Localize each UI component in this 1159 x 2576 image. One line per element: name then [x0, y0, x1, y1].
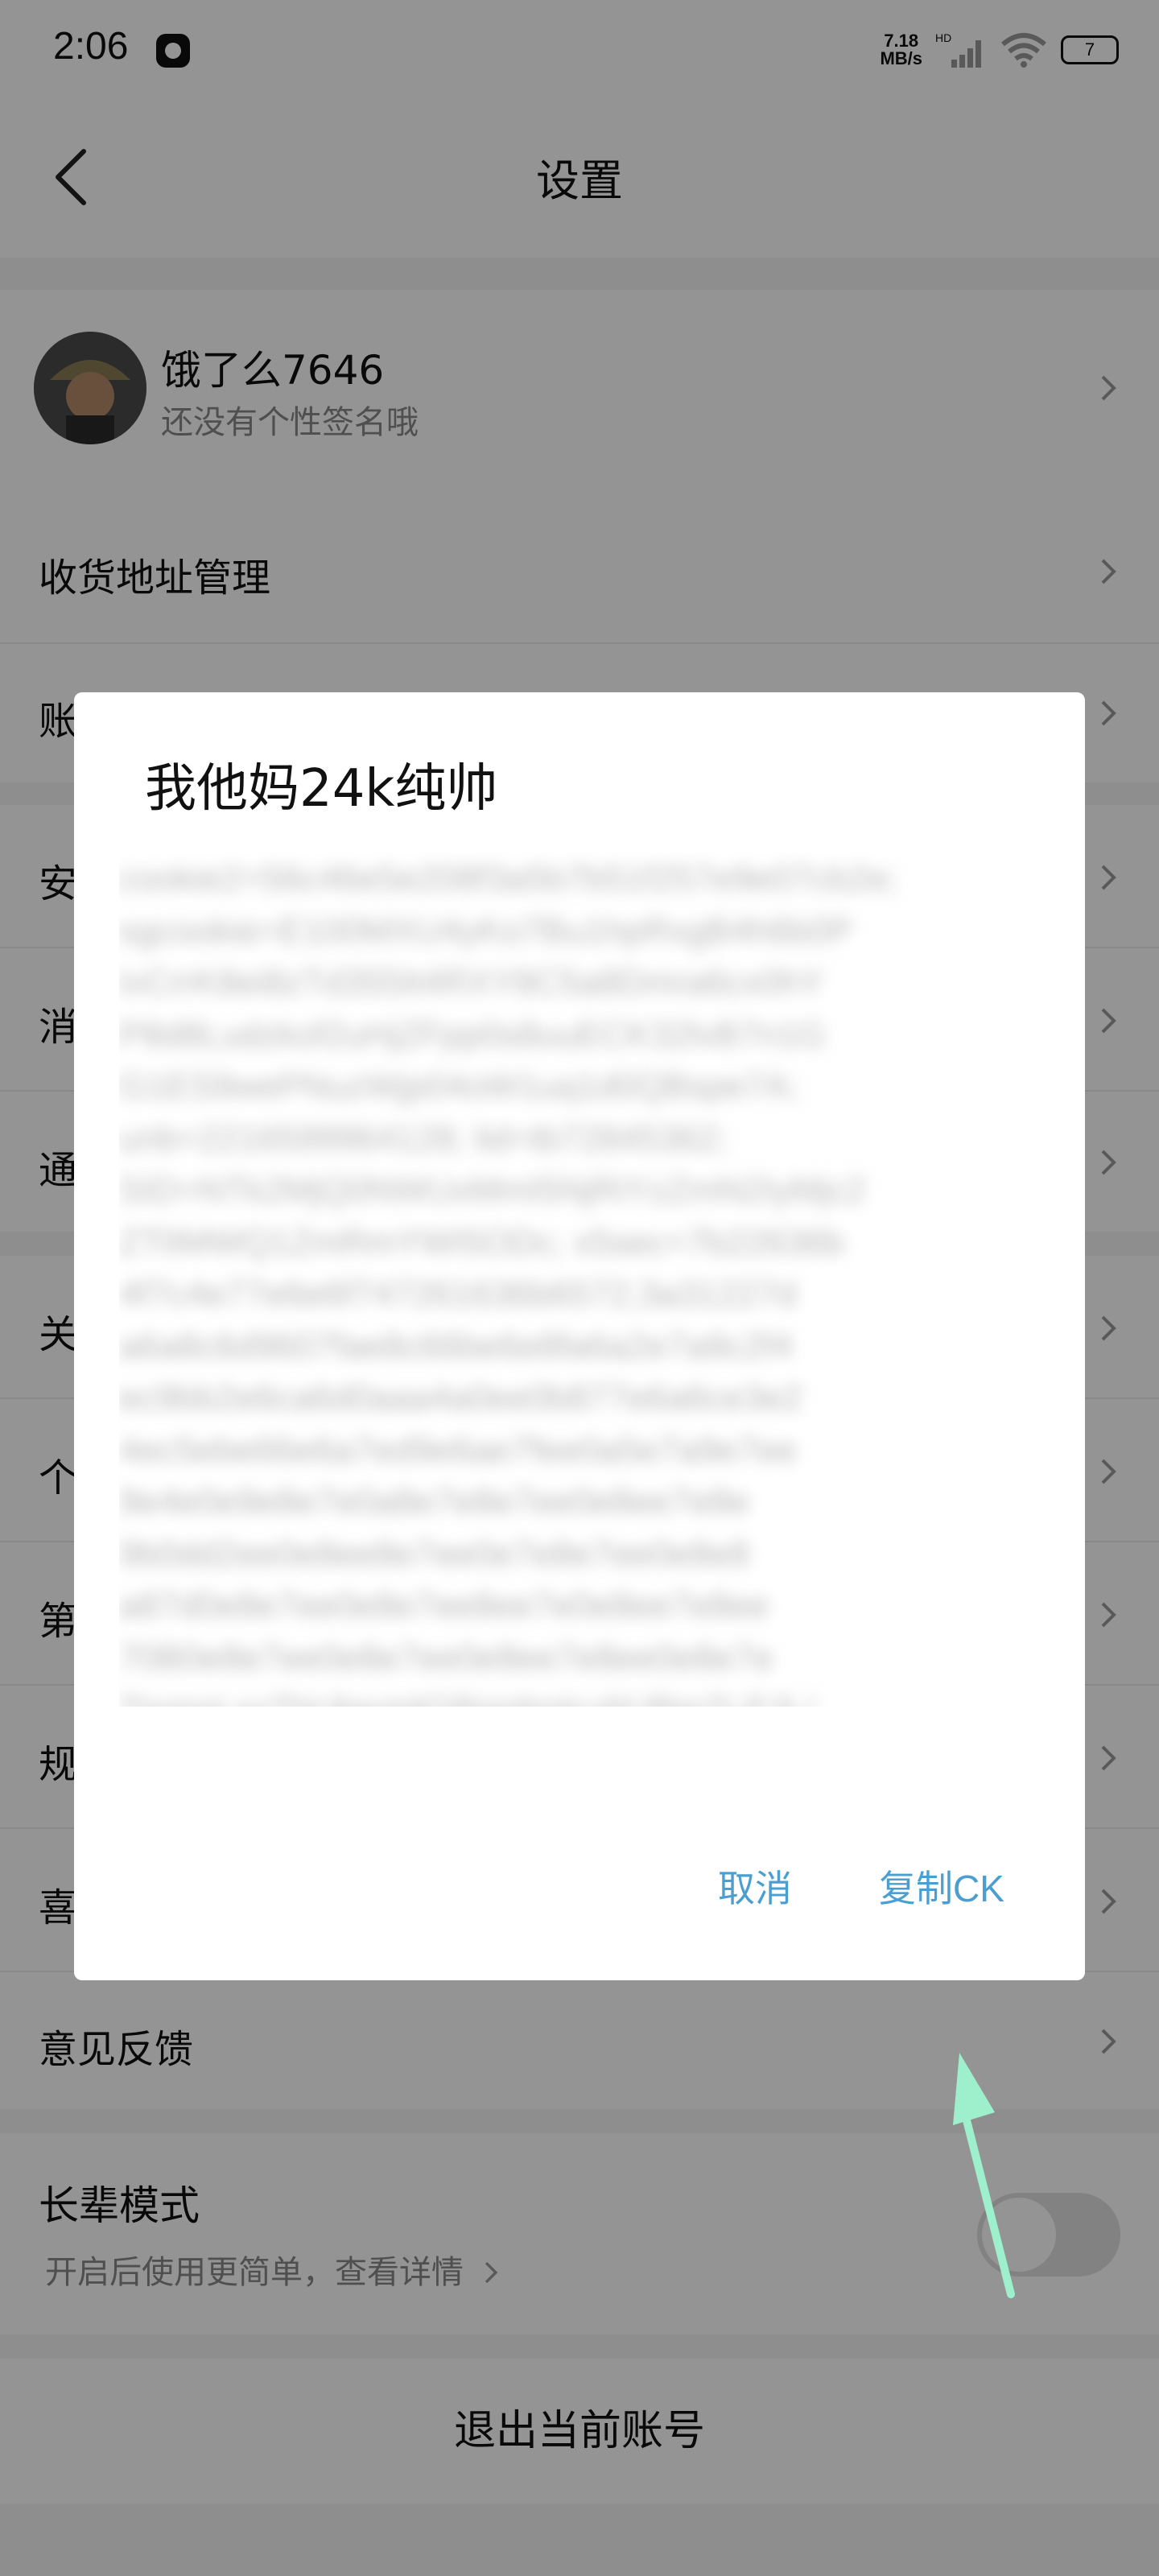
cookie-line: TtxmsLsxTbUbezt4GBjsjdmit=4IUBjpZLPJL/ — [119, 1684, 1045, 1707]
cookie-line: sgcookie=E100MXU4yKo7Bu1hpRxgB4h6b0P — [119, 910, 853, 951]
cookie-line: 4ec5ebe66e6a7ed9e6ae7fee0a5e7a9e7ee — [119, 1430, 797, 1470]
cookie-dialog: 我他妈24k纯帅 cookie2=56c46e5e208f3a5b7b51f25… — [74, 692, 1085, 1980]
cookie-line: a6a8c6d9607fae8c66be6e8fa6a2e7a9c2f4 — [119, 1326, 793, 1366]
cookie-line: 9b0dd2ee0e8ee8e7ee0e7e8e7ee0e8e8 — [119, 1534, 750, 1574]
cookie-line: 4f7c4e77e6e6f747261636b6572;3a31227d — [119, 1274, 797, 1314]
annotation-arrow — [953, 2053, 1015, 2298]
cookie-line: 9e4e0e9e8e7e0a8e7e8e7ee0e8ee7e8e — [119, 1482, 750, 1521]
cookie-line: a87d0e8e7ee0e8e7ee8ee7e0e8ee7e8ee — [119, 1586, 769, 1625]
cookie-line: SID=NTk2MjQ0NWUxMmI5NjRiYzZmN2IyMjc2 — [119, 1170, 866, 1210]
cookie-line: cookie2=56c46e5e208f3a5b7b51f257e9e07cb2… — [119, 859, 898, 898]
cancel-button[interactable]: 取消 — [718, 1860, 792, 1913]
cookie-line: P8d8Ludzkof2uHjZFpp0s8uuECK32lvB7n1G — [119, 1014, 827, 1055]
copy-ck-button[interactable]: 复制CK — [879, 1860, 1004, 1913]
cookie-line: unb=2216599964128; lid=tb72845362; — [119, 1118, 728, 1158]
dialog-title: 我他妈24k纯帅 — [145, 759, 498, 819]
settings-screen: 2:06 7.18 MB/s HD 7 设置 饿了么7646 还没有个性签名哦 … — [0, 0, 1159, 2576]
cookie-text-blurred: cookie2=56c46e5e208f3a5b7b51f257e9e07cb2… — [119, 853, 1045, 1707]
cookie-text: cookie2=56c46e5e208f3a5b7b51f257e9e07cb2… — [119, 853, 1045, 1707]
cookie-line: G1ES9wePNuzWjp04oW1uq1d0QBspe7A; — [119, 1067, 798, 1106]
cookie-line: ivCrrK8ei8zTd355It4RXY8C5a8Dmra6cx0hY — [119, 963, 824, 1002]
cookie-line: 70B0e8e7ee0e8e7ee0e8ee7e8ee0e8e7e — [119, 1637, 773, 1678]
cookie-line: ZTlIMWQ1ZmRmYWI5ODc; x5sec=7b22636b — [119, 1222, 845, 1262]
cookie-line: ec9bb2e6ca6d0aaa4a0ee0b877e6a6ce3e2 — [119, 1378, 803, 1418]
